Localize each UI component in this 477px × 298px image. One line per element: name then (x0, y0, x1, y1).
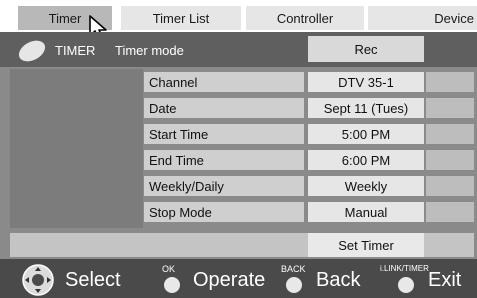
start-time-value[interactable]: 5:00 PM (308, 124, 424, 144)
tab-bar: Timer Timer List Controller Device (0, 0, 477, 32)
channel-label: Channel (144, 72, 304, 92)
header-title: TIMER (55, 43, 96, 58)
timer-mode-label: Timer mode (115, 43, 184, 58)
weekly-daily-value[interactable]: Weekly (308, 176, 424, 196)
stop-mode-row-end (426, 202, 474, 222)
date-row-end (426, 98, 474, 118)
timer-icon (18, 40, 46, 62)
select-hint: Select (65, 269, 121, 291)
ilink-timer-button-icon (398, 277, 414, 293)
start-time-label: Start Time (144, 124, 304, 144)
stop-mode-value[interactable]: Manual (308, 202, 424, 222)
end-time-value[interactable]: 6:00 PM (308, 150, 424, 170)
back-hint: Back (316, 269, 361, 291)
stop-mode-label: Stop Mode (144, 202, 304, 222)
date-value[interactable]: Sept 11 (Tues) (308, 98, 424, 118)
tab-device[interactable]: Device (368, 6, 477, 30)
back-key-label: BACK (281, 264, 306, 274)
back-button-icon (286, 277, 302, 293)
timer-mode-value[interactable]: Rec (308, 36, 424, 62)
tab-timer-list[interactable]: Timer List (121, 6, 241, 30)
set-timer-button[interactable]: Set Timer (308, 233, 424, 257)
ok-button-icon (164, 277, 180, 293)
timer-screen: Timer Timer List Controller Device TIMER… (0, 0, 477, 298)
ilink-timer-key-label: i.LINK/TIMER (380, 264, 429, 273)
left-shade (10, 69, 143, 228)
weekly-daily-label: Weekly/Daily (144, 176, 304, 196)
end-time-row-end (426, 150, 474, 170)
ok-key-label: OK (162, 264, 176, 274)
channel-value[interactable]: DTV 35-1 (308, 72, 424, 92)
exit-hint: Exit (428, 269, 462, 291)
dpad-icon (22, 264, 54, 296)
date-label: Date (144, 98, 304, 118)
end-time-label: End Time (144, 150, 304, 170)
operate-hint: Operate (193, 269, 266, 291)
start-time-row-end (426, 124, 474, 144)
tab-controller[interactable]: Controller (246, 6, 364, 30)
channel-row-end (426, 72, 474, 92)
weekly-daily-row-end (426, 176, 474, 196)
